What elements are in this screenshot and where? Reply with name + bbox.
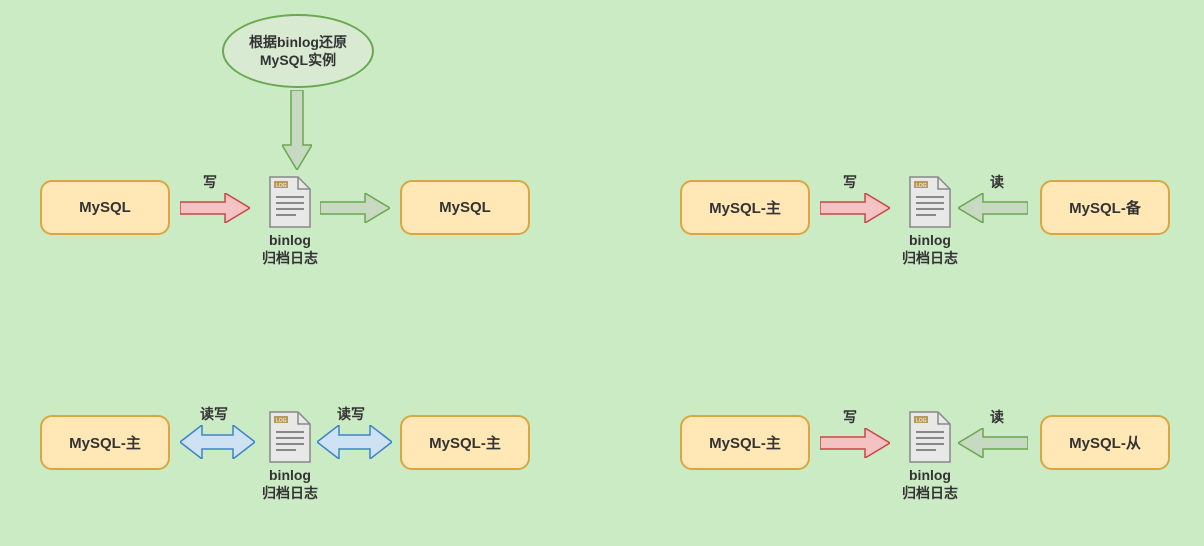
box-label: MySQL	[79, 199, 131, 216]
doc-label: binlog 归档日志	[262, 466, 318, 502]
label-rw-2: 读写	[337, 404, 365, 424]
arrow-right-green-1	[320, 193, 390, 223]
ellipse-text: 根据binlog还原 MySQL实例	[249, 33, 347, 69]
document-icon: LOG	[908, 410, 952, 464]
arrow-double-blue-2	[317, 425, 392, 459]
arrow-down-green	[282, 90, 312, 170]
box-mysql-primary-br: MySQL-主	[680, 415, 810, 470]
box-label: MySQL-主	[709, 432, 781, 453]
box-label: MySQL	[439, 199, 491, 216]
box-label: MySQL-主	[429, 432, 501, 453]
arrow-right-pink-2	[820, 193, 890, 223]
label-rw-1: 读写	[200, 404, 228, 424]
box-mysql-primary-bl2: MySQL-主	[400, 415, 530, 470]
box-label: MySQL-主	[709, 197, 781, 218]
box-mysql-left: MySQL	[40, 180, 170, 235]
box-label: MySQL-从	[1069, 432, 1141, 453]
box-mysql-primary-bl1: MySQL-主	[40, 415, 170, 470]
binlog-doc-3: LOG binlog 归档日志	[262, 410, 318, 502]
arrow-right-pink-3	[820, 428, 890, 458]
box-label: MySQL-备	[1069, 197, 1141, 218]
label-read-1: 读	[990, 172, 1004, 192]
binlog-doc-4: LOG binlog 归档日志	[902, 410, 958, 502]
label-write-3: 写	[843, 407, 857, 427]
label-read-2: 读	[990, 407, 1004, 427]
document-icon: LOG	[268, 175, 312, 229]
box-mysql-slave: MySQL-从	[1040, 415, 1170, 470]
svg-text:LOG: LOG	[276, 183, 287, 189]
box-mysql-right: MySQL	[400, 180, 530, 235]
doc-label: binlog 归档日志	[902, 231, 958, 267]
document-icon: LOG	[268, 410, 312, 464]
svg-text:LOG: LOG	[916, 418, 927, 424]
label-write-2: 写	[843, 172, 857, 192]
label-write-1: 写	[203, 172, 217, 192]
box-label: MySQL-主	[69, 432, 141, 453]
doc-label: binlog 归档日志	[902, 466, 958, 502]
binlog-doc-1: LOG binlog 归档日志	[262, 175, 318, 267]
arrow-right-pink-1	[180, 193, 250, 223]
arrow-left-green-2	[958, 428, 1028, 458]
arrow-double-blue-1	[180, 425, 255, 459]
arrow-left-green-1	[958, 193, 1028, 223]
svg-text:LOG: LOG	[916, 183, 927, 189]
box-mysql-primary-tr: MySQL-主	[680, 180, 810, 235]
svg-text:LOG: LOG	[276, 418, 287, 424]
ellipse-restore: 根据binlog还原 MySQL实例	[222, 14, 374, 88]
box-mysql-standby: MySQL-备	[1040, 180, 1170, 235]
document-icon: LOG	[908, 175, 952, 229]
doc-label: binlog 归档日志	[262, 231, 318, 267]
binlog-doc-2: LOG binlog 归档日志	[902, 175, 958, 267]
